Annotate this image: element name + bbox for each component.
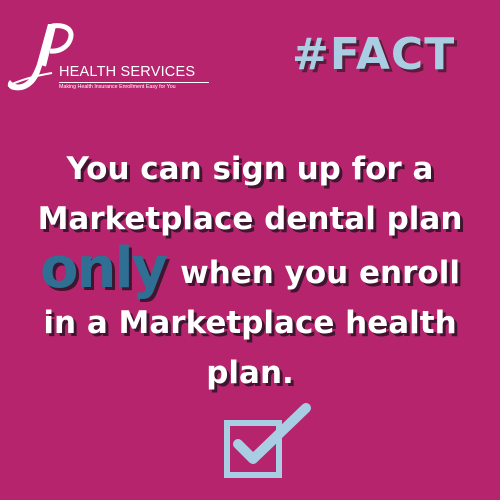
fact-text: You can sign up for a Marketplace dental… [10,144,490,398]
hashtag-title: #FACT [292,29,456,80]
logo-divider [59,82,209,83]
fact-line-3: only when you enroll [10,241,490,298]
brand-logo: JP HEALTH SERVICES Making Health Insuran… [4,20,214,95]
emphasis-word: only [40,236,168,301]
fact-line-1: You can sign up for a [66,151,434,187]
fact-line-4: in a Marketplace health [43,305,457,341]
brand-name: HEALTH SERVICES [59,64,196,80]
fact-line-3-rest: when you enroll [180,255,460,291]
checkbox-check-icon [224,403,311,478]
fact-line-5: plan. [206,355,294,391]
brand-tagline: Making Health Insurance Enrollment Easy … [59,84,176,90]
